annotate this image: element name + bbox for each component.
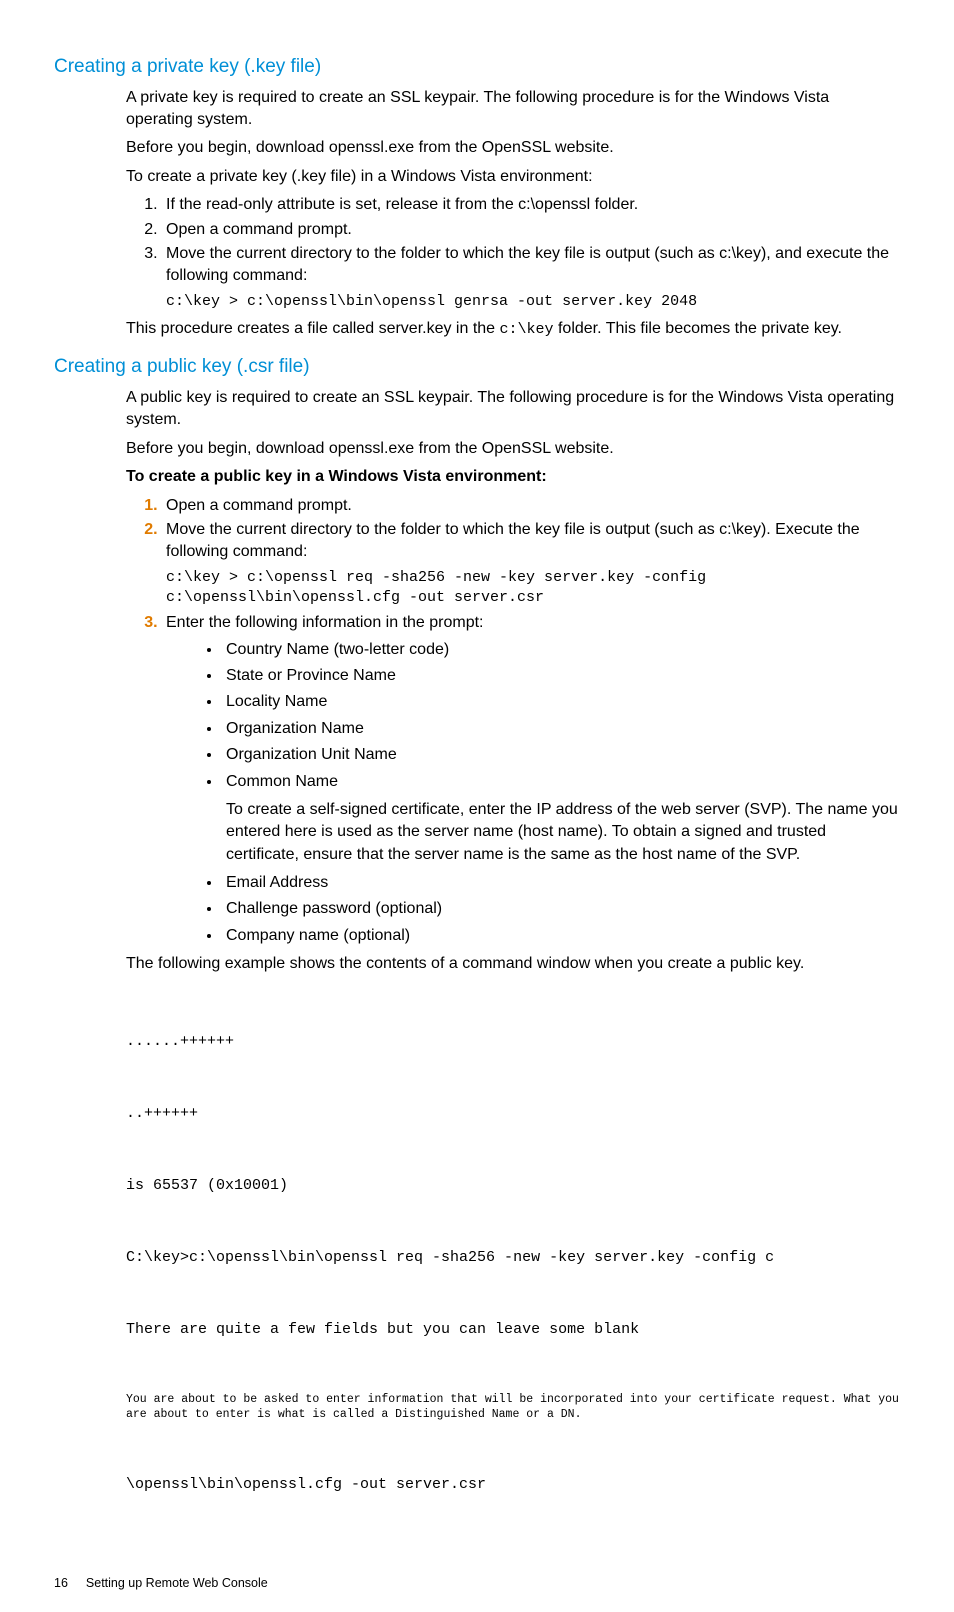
paragraph: Before you begin, download openssl.exe f… <box>126 438 900 460</box>
list-item: Move the current directory to the folder… <box>162 519 900 608</box>
paragraph: This procedure creates a file called ser… <box>126 318 900 340</box>
list-item: Organization Unit Name <box>222 744 900 766</box>
list-item-text: Common Name <box>226 773 338 790</box>
paragraph: A public key is required to create an SS… <box>126 387 900 432</box>
paragraph: Before you begin, download openssl.exe f… <box>126 137 900 159</box>
paragraph: A private key is required to create an S… <box>126 87 900 132</box>
section-public-key-body: A public key is required to create an SS… <box>126 387 900 1545</box>
list-item-text: Enter the following information in the p… <box>166 614 484 631</box>
list-item: Organization Name <box>222 718 900 740</box>
list-item: Common Name To create a self-signed cert… <box>222 771 900 867</box>
list-item: Open a command prompt. <box>162 219 900 241</box>
code-line: is 65537 (0x10001) <box>126 1174 900 1198</box>
bullet-list: Country Name (two-letter code) State or … <box>166 639 900 948</box>
list-item: Locality Name <box>222 691 900 713</box>
section-private-key-body: A private key is required to create an S… <box>126 87 900 341</box>
heading-private-key: Creating a private key (.key file) <box>54 54 900 81</box>
code-line: C:\key>c:\openssl\bin\openssl req -sha25… <box>126 1246 900 1270</box>
list-item: Enter the following information in the p… <box>162 612 900 947</box>
heading-public-key: Creating a public key (.csr file) <box>54 354 900 381</box>
list-item: Challenge password (optional) <box>222 898 900 920</box>
list-item: Company name (optional) <box>222 925 900 947</box>
code-line: \openssl\bin\openssl.cfg -out server.csr <box>126 1473 900 1497</box>
code-line: ..++++++ <box>126 1102 900 1126</box>
text-run: This procedure creates a file called ser… <box>126 320 500 337</box>
page-number: 16 <box>54 1575 68 1593</box>
inline-code: c:\key <box>500 321 554 338</box>
note-paragraph: To create a self-signed certificate, ent… <box>226 799 900 866</box>
page-footer: 16 Setting up Remote Web Console <box>54 1575 900 1593</box>
text-run: folder. This file becomes the private ke… <box>554 320 842 337</box>
list-item: Move the current directory to the folder… <box>162 243 900 312</box>
code-line-small: You are about to be asked to enter infor… <box>126 1392 900 1423</box>
list-item: Open a command prompt. <box>162 495 900 517</box>
code-line: There are quite a few fields but you can… <box>126 1318 900 1342</box>
ordered-list: If the read-only attribute is set, relea… <box>126 194 900 312</box>
paragraph-bold: To create a public key in a Windows Vist… <box>126 466 900 488</box>
example-output: ......++++++ ..++++++ is 65537 (0x10001)… <box>126 982 900 1545</box>
paragraph: To create a private key (.key file) in a… <box>126 166 900 188</box>
paragraph: The following example shows the contents… <box>126 953 900 975</box>
code-line: ......++++++ <box>126 1030 900 1054</box>
list-item: Email Address <box>222 872 900 894</box>
list-item: Country Name (two-letter code) <box>222 639 900 661</box>
list-item: If the read-only attribute is set, relea… <box>162 194 900 216</box>
list-item: State or Province Name <box>222 665 900 687</box>
ordered-list: Open a command prompt. Move the current … <box>126 495 900 948</box>
footer-title: Setting up Remote Web Console <box>86 1576 268 1590</box>
list-item-text: Move the current directory to the folder… <box>166 245 889 284</box>
list-item-text: Move the current directory to the folder… <box>166 521 860 560</box>
code-block: c:\key > c:\openssl\bin\openssl genrsa -… <box>166 292 900 312</box>
code-block: c:\key > c:\openssl req -sha256 -new -ke… <box>166 568 900 609</box>
